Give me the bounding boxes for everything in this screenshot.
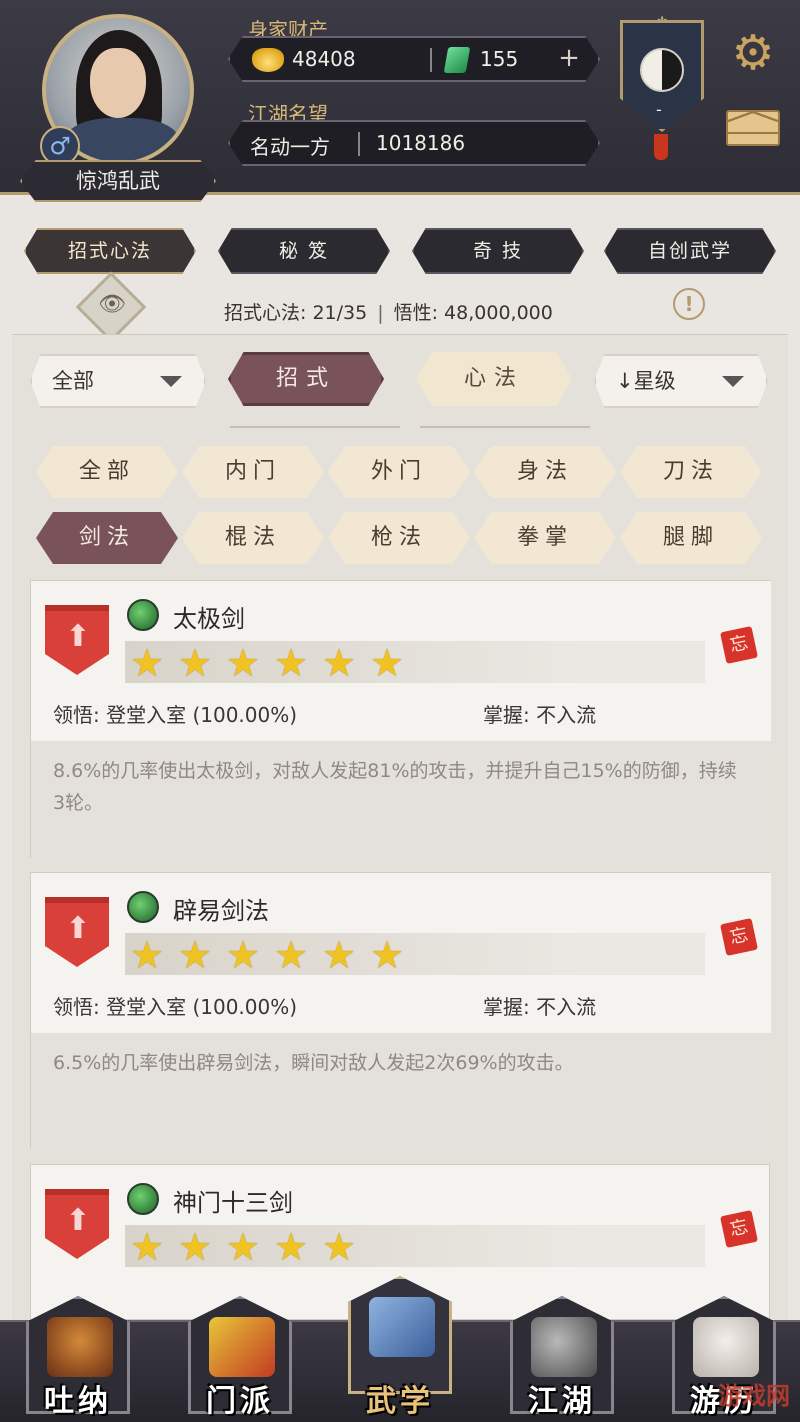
sword-skill-icon [127, 599, 159, 631]
skill-name: 神门十三剑 [173, 1189, 293, 1217]
forget-skill-tag[interactable]: 忘 [720, 918, 758, 956]
decorative-divider [230, 418, 400, 428]
avatar-body [64, 118, 180, 162]
eye-icon: 👁 [98, 292, 126, 317]
nav-meditate-label: 吐纳 [44, 1384, 112, 1419]
dropdown-arrow-icon [722, 376, 744, 387]
wealth-bar: 48408 155 + [228, 36, 600, 82]
fame-value: 1018186 [376, 131, 466, 155]
star-icon: ★ [321, 933, 357, 977]
info-icon[interactable]: ! [673, 288, 705, 320]
category-dropdown-value: 全部 [52, 369, 94, 393]
star-icon: ★ [321, 641, 357, 685]
sort-dropdown-label: 星级 [633, 369, 676, 393]
type-tab-moves[interactable]: 招式 [228, 352, 384, 406]
banner-value: - [656, 100, 662, 119]
comprehension-status: 领悟: 登堂入室 (100.00%) [53, 703, 298, 727]
nav-martial-arts-label: 武学 [366, 1384, 434, 1419]
gold-ingot-icon [252, 48, 284, 72]
forget-skill-tag[interactable]: 忘 [720, 626, 758, 664]
tab-self-created[interactable]: 自创武学 [604, 228, 776, 274]
mastery-status: 掌握: 不入流 [483, 703, 597, 727]
skill-stats: 招式心法: 21/35 | 悟性: 48,000,000 [224, 298, 553, 325]
star-icon: ★ [273, 1225, 309, 1269]
gold-value: 48408 [292, 47, 356, 71]
star-icon: ★ [129, 933, 165, 977]
yin-yang-icon [640, 48, 684, 92]
tab-moves-methods[interactable]: 招式心法 [24, 228, 196, 274]
book-icon [369, 1297, 435, 1357]
filter-chip-saber[interactable]: 刀法 [620, 446, 762, 498]
skill-card[interactable]: ⬆ 辟易剑法 ★ ★ ★ ★ ★ ★ 忘 领悟: 登堂入室 (100.00%) 掌握: 不… [30, 872, 771, 1149]
filter-chip-spear[interactable]: 枪法 [328, 512, 470, 564]
star-icon: ★ [129, 641, 165, 685]
sort-dropdown[interactable]: ↓星级 [594, 354, 768, 408]
star-icon: ★ [225, 933, 261, 977]
sword-skill-icon [127, 891, 159, 923]
nav-jianghu-label: 江湖 [528, 1384, 596, 1419]
watermark: 游戏网 [718, 1382, 790, 1410]
avatar-face [90, 48, 146, 118]
stats-separator: | [377, 302, 384, 324]
decorative-divider [420, 418, 590, 428]
sword-skill-icon [127, 1183, 159, 1215]
dropdown-arrow-icon [160, 376, 182, 387]
filter-chip-inner[interactable]: 内门 [182, 446, 324, 498]
add-currency-button[interactable]: + [552, 44, 586, 74]
filter-chip-movement[interactable]: 身法 [474, 446, 616, 498]
sort-down-arrow-icon: ↓ [616, 369, 634, 393]
fame-divider [358, 132, 360, 156]
category-dropdown[interactable]: 全部 [30, 354, 206, 408]
tab-special-skills[interactable]: 奇 技 [412, 228, 584, 274]
filter-chip-staff[interactable]: 棍法 [182, 512, 324, 564]
star-icon: ★ [321, 1225, 357, 1269]
jade-icon [443, 47, 471, 73]
upgrade-arrow-icon: ⬆ [65, 911, 91, 946]
filter-chip-leg[interactable]: 腿脚 [620, 512, 762, 564]
skill-card[interactable]: ⬆ 太极剑 ★ ★ ★ ★ ★ ★ 忘 领悟: 登堂入室 (100.00%) 掌握: 不入… [30, 580, 771, 859]
insight-value: 悟性: 48,000,000 [393, 302, 553, 324]
upgrade-arrow-icon: ⬆ [65, 619, 91, 654]
comprehension-status: 领悟: 登堂入室 (100.00%) [53, 995, 298, 1019]
wealth-divider [430, 48, 432, 72]
star-icon: ★ [177, 933, 213, 977]
filter-chip-fist[interactable]: 拳掌 [474, 512, 616, 564]
player-name: 惊鸿乱武 [20, 160, 216, 202]
forget-skill-tag[interactable]: 忘 [720, 1210, 758, 1248]
star-icon: ★ [369, 933, 405, 977]
type-tab-methods[interactable]: 心法 [416, 352, 572, 406]
skill-name: 太极剑 [173, 605, 245, 633]
upgrade-arrow-icon: ⬆ [65, 1203, 91, 1238]
straw-hat-icon [531, 1317, 597, 1377]
skill-description: 8.6%的几率使出太极剑，对敌人发起81%的攻击，并提升自己15%的防御，持续3… [53, 760, 737, 814]
nav-sect-label: 门派 [206, 1384, 274, 1419]
fame-rank: 名动一方 [250, 135, 330, 159]
filter-chip-sword[interactable]: 剑法 [36, 512, 178, 564]
fame-bar: 名动一方 1018186 [228, 120, 600, 166]
star-icon: ★ [129, 1225, 165, 1269]
star-icon: ★ [225, 1225, 261, 1269]
sect-flag-icon [209, 1317, 275, 1377]
skill-description: 6.5%的几率使出辟易剑法，瞬间对敌人发起2次69%的攻击。 [53, 1052, 574, 1074]
star-icon: ★ [177, 1225, 213, 1269]
settings-gear-icon[interactable]: ⚙ [726, 26, 780, 80]
mastery-status: 掌握: 不入流 [483, 995, 597, 1019]
mail-envelope-icon[interactable] [726, 110, 780, 146]
white-horse-icon [693, 1317, 759, 1377]
filter-chip-outer[interactable]: 外门 [328, 446, 470, 498]
sort-dropdown-value: ↓星级 [616, 356, 676, 406]
moves-count: 招式心法: 21/35 [224, 302, 368, 324]
star-icon: ★ [225, 641, 261, 685]
star-icon: ★ [369, 641, 405, 685]
monk-icon [47, 1317, 113, 1377]
tassel-icon [654, 134, 668, 160]
jade-value: 155 [480, 47, 519, 71]
tab-secret-manuals[interactable]: 秘 笈 [218, 228, 390, 274]
star-icon: ★ [273, 641, 309, 685]
star-icon: ★ [273, 933, 309, 977]
star-icon: ★ [177, 641, 213, 685]
skill-name: 辟易剑法 [173, 897, 269, 925]
filter-chip-all[interactable]: 全部 [36, 446, 178, 498]
